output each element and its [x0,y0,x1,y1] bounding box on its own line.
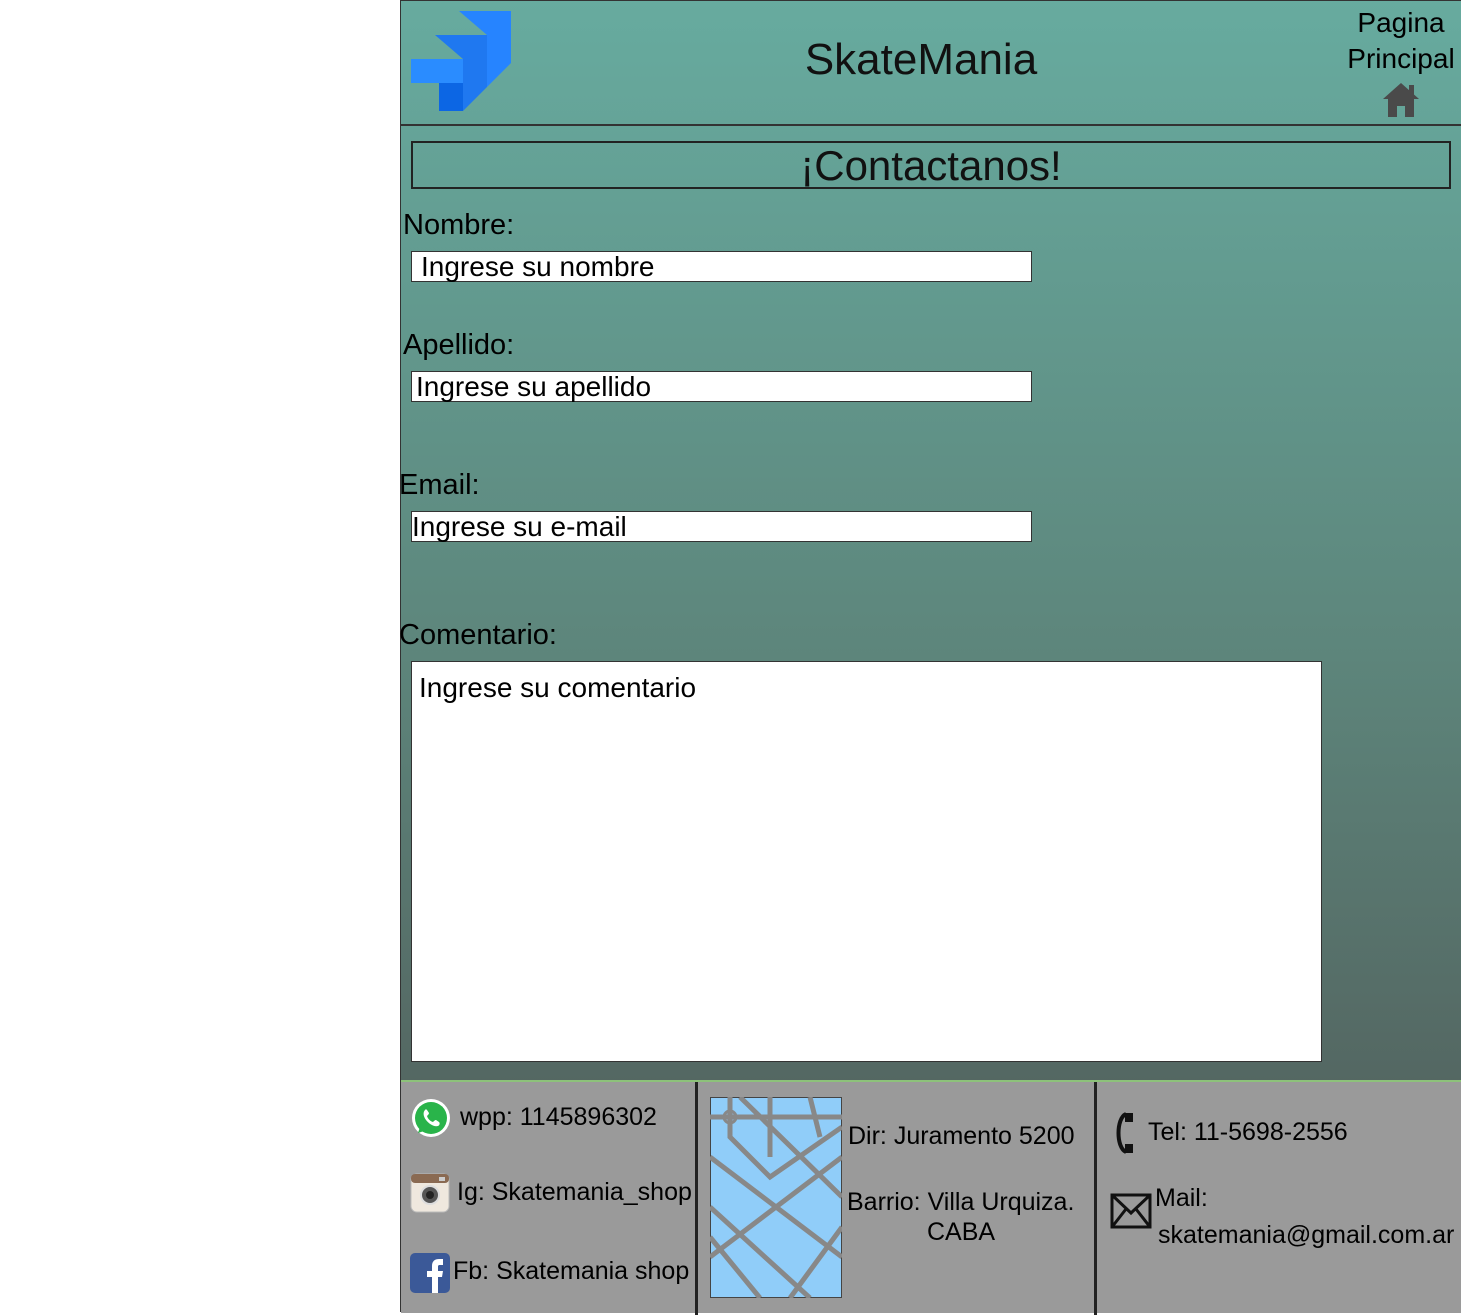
mail-icon[interactable] [1110,1193,1152,1229]
mail-value[interactable]: skatemania@gmail.com.ar [1158,1221,1454,1250]
tel-text: Tel: 11-5698-2556 [1148,1118,1348,1146]
footer: wpp: 1145896302 Ig: Skatemania_shop Fb: … [401,1080,1461,1315]
email-label: Email: [399,469,480,501]
whatsapp-text: wpp: 1145896302 [460,1103,657,1131]
home-link[interactable]: Pagina Principal [1341,5,1461,119]
home-label-line2: Principal [1347,43,1455,74]
address-text: Dir: Juramento 5200 [848,1122,1075,1150]
instagram-text: Ig: Skatemania_shop [457,1178,692,1206]
home-icon[interactable] [1381,81,1421,119]
barrio-line1: Barrio: Villa Urquiza. [847,1188,1075,1216]
facebook-icon[interactable] [409,1252,451,1294]
footer-divider [695,1082,698,1315]
page-title: ¡Contactanos! [411,141,1451,189]
barrio-line2: CABA [927,1218,996,1246]
mail-label: Mail: [1155,1184,1208,1212]
home-label-line1: Pagina [1357,7,1445,38]
apellido-label: Apellido: [403,329,515,361]
comentario-textarea[interactable]: Ingrese su comentario [411,661,1322,1062]
comentario-label: Comentario: [399,619,557,651]
page-frame: SkateMania Pagina Principal ¡Contactanos… [399,0,1461,1315]
facebook-text: Fb: Skatemania shop [453,1257,690,1285]
footer-divider [1094,1082,1097,1315]
nombre-input[interactable]: Ingrese su nombre [411,251,1032,282]
whatsapp-icon[interactable] [410,1097,452,1139]
phone-icon[interactable] [1112,1112,1136,1154]
nombre-label: Nombre: [403,209,515,241]
map-icon[interactable] [710,1097,842,1298]
instagram-icon[interactable] [410,1173,450,1213]
email-input[interactable]: Ingrese su e-mail [411,511,1032,542]
logo-icon [411,11,511,111]
apellido-input[interactable]: Ingrese su apellido [411,371,1032,402]
brand-title: SkateMania [804,35,1038,84]
header: SkateMania Pagina Principal [401,1,1461,126]
